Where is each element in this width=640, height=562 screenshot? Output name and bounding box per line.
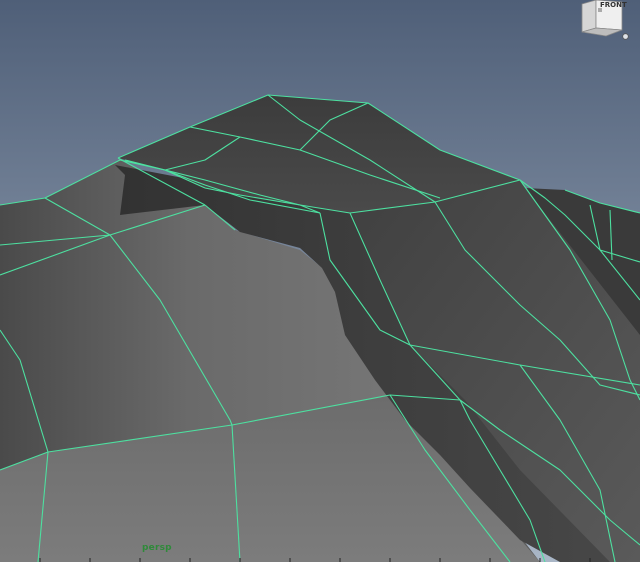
perspective-viewport[interactable]: FRONT persp [0, 0, 640, 562]
view-cube-icon[interactable]: FRONT [576, 0, 627, 44]
camera-name-label: persp [142, 543, 172, 553]
viewport-scene[interactable] [0, 0, 640, 562]
view-cube-face-label: FRONT [600, 1, 627, 9]
home-icon[interactable] [622, 33, 629, 40]
